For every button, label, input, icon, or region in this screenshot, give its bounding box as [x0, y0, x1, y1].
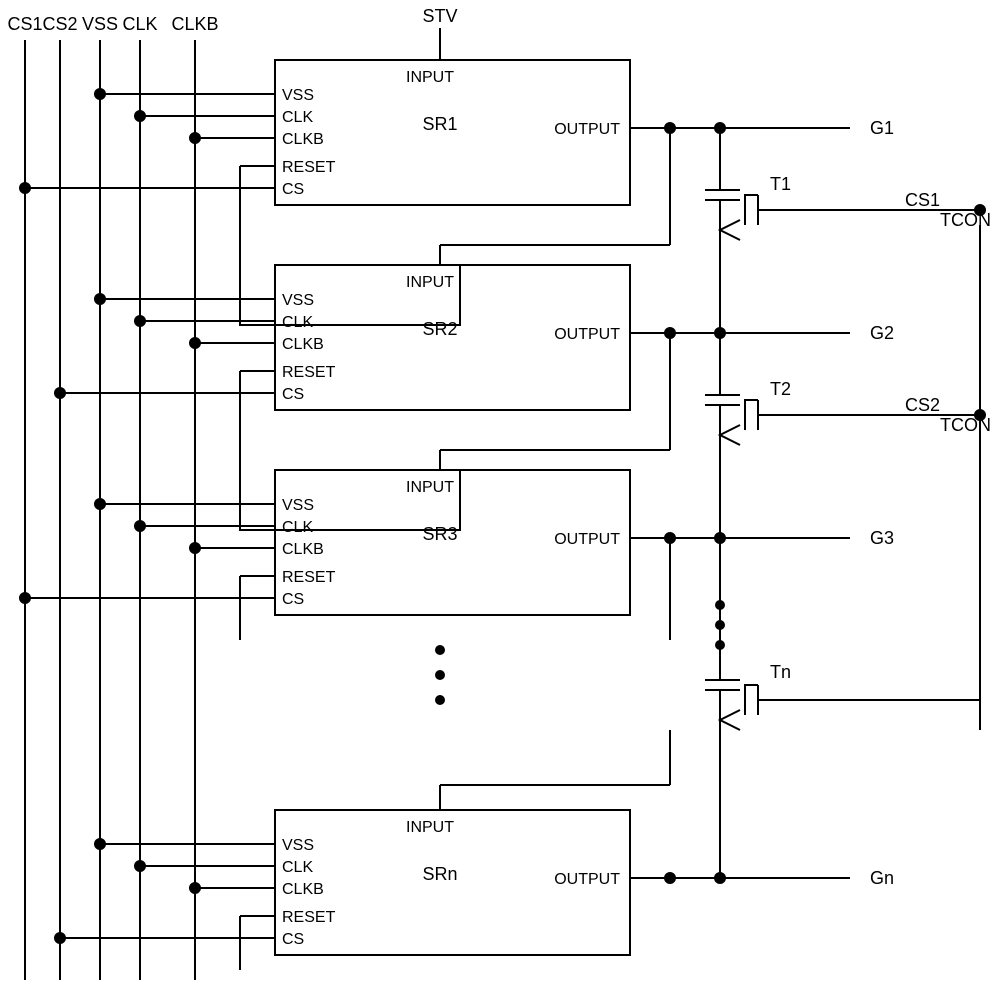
srn-clk: CLK — [282, 859, 313, 876]
sr3-cs: CS — [282, 591, 304, 608]
bus-labels: CS1 CS2 VSS CLK CLKB — [7, 14, 218, 34]
sr3-input-label: INPUT — [406, 479, 454, 496]
t1-label: T1 — [770, 174, 791, 194]
sr3-clkb: CLKB — [282, 541, 324, 558]
sr3-block: INPUT SR3 OUTPUT VSS CLK CLKB RESET CS — [275, 470, 630, 615]
sr3-clk: CLK — [282, 519, 313, 536]
sr3-vss: VSS — [282, 497, 314, 514]
sr1-vss: VSS — [282, 87, 314, 104]
bus-label-cs2: CS2 — [42, 14, 77, 34]
srn-output-label: OUTPUT — [554, 871, 620, 888]
sr2-clk: CLK — [282, 314, 313, 331]
sr2-reset: RESET — [282, 364, 336, 381]
srn-clkb: CLKB — [282, 881, 324, 898]
sr1-block: INPUT SR1 OUTPUT VSS CLK CLKB RESET CS — [275, 60, 630, 205]
g2-label: G2 — [870, 323, 894, 343]
t2-transistor: T2 — [705, 333, 980, 538]
sr3-output-label: OUTPUT — [554, 531, 620, 548]
sr2-input-label: INPUT — [406, 274, 454, 291]
sr1-clk: CLK — [282, 109, 313, 126]
ellipsis-dots — [436, 601, 724, 704]
bus-label-clk: CLK — [122, 14, 157, 34]
srn-cs: CS — [282, 931, 304, 948]
tcon-cs1: CS1 — [905, 190, 940, 210]
stv-label: STV — [422, 6, 457, 26]
sr2-clkb: CLKB — [282, 336, 324, 353]
sr1-output-label: OUTPUT — [554, 121, 620, 138]
g1-label: G1 — [870, 118, 894, 138]
t1-transistor: T1 — [705, 128, 980, 333]
srn-name: SRn — [422, 864, 457, 884]
sr3-name: SR3 — [422, 524, 457, 544]
tcon-cs2: CS2 — [905, 395, 940, 415]
sr1-name: SR1 — [422, 114, 457, 134]
bus-lines — [25, 40, 195, 980]
srn-input-label: INPUT — [406, 819, 454, 836]
srn-vss: VSS — [282, 837, 314, 854]
sr2-vss: VSS — [282, 292, 314, 309]
bus-label-cs1: CS1 — [7, 14, 42, 34]
sr2-cs: CS — [282, 386, 304, 403]
g3-label: G3 — [870, 528, 894, 548]
srn-block: INPUT SRn OUTPUT VSS CLK CLKB RESET CS — [275, 810, 630, 955]
sr1-clkb: CLKB — [282, 131, 324, 148]
sr2-name: SR2 — [422, 319, 457, 339]
sr3-reset: RESET — [282, 569, 336, 586]
sr1-cs: CS — [282, 181, 304, 198]
t2-label: T2 — [770, 379, 791, 399]
tn-transistor: Tn — [705, 538, 980, 878]
sr1-input-label: INPUT — [406, 69, 454, 86]
bus-label-clkb: CLKB — [171, 14, 218, 34]
sr2-output-label: OUTPUT — [554, 326, 620, 343]
sr2-block: INPUT SR2 OUTPUT VSS CLK CLKB RESET CS — [275, 265, 630, 410]
bus-label-vss: VSS — [82, 14, 118, 34]
sr1-reset: RESET — [282, 159, 336, 176]
gn-label: Gn — [870, 868, 894, 888]
tn-label: Tn — [770, 662, 791, 682]
srn-reset: RESET — [282, 909, 336, 926]
